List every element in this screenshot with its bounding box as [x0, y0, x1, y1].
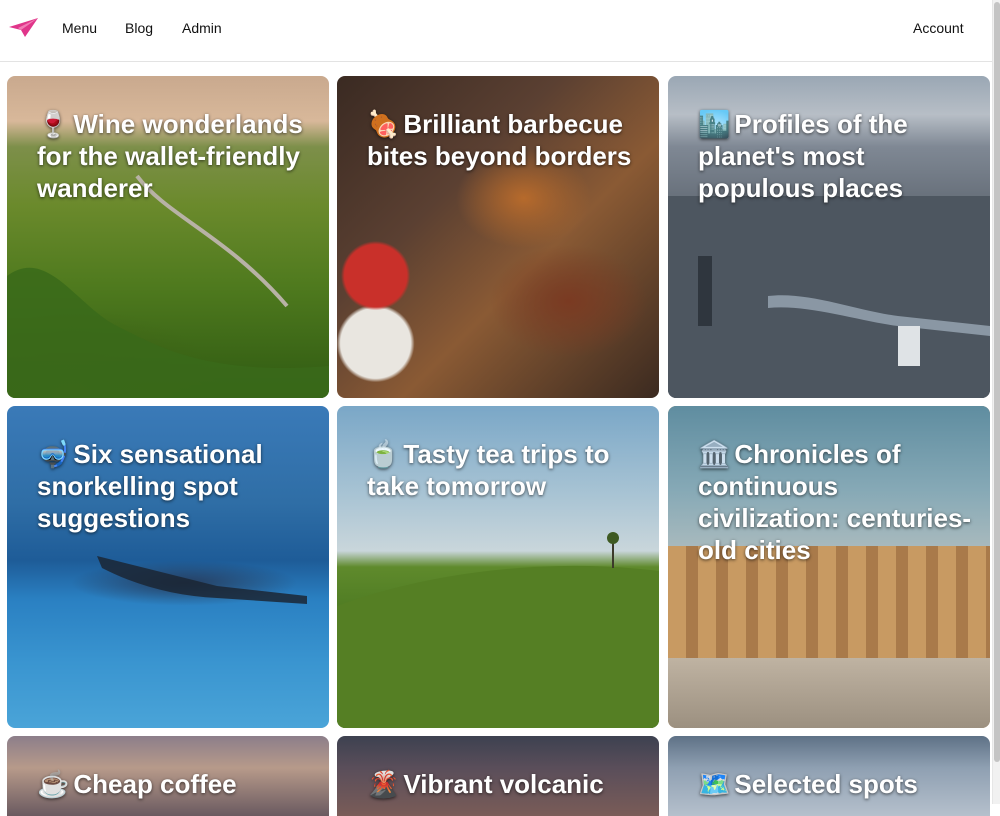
- card-title: 🍷 Wine wonderlands for the wallet-friendl…: [37, 109, 303, 203]
- article-card-tea[interactable]: 🍵 Tasty tea trips to take tomorrow: [337, 406, 659, 728]
- article-card-ancient-cities[interactable]: 🏛️ Chronicles of continuous civilization:…: [668, 406, 990, 728]
- card-title: 🏙️ Profiles of the planet's most populous…: [698, 109, 908, 203]
- card-title: ☕ Cheap coffee: [37, 769, 237, 799]
- article-card-barbecue[interactable]: 🍖 Brilliant barbecue bites beyond borders: [337, 76, 659, 398]
- page-scrollbar[interactable]: [992, 0, 1000, 804]
- card-title: 🌋 Vibrant volcanic: [367, 769, 604, 799]
- card-title: 🍖 Brilliant barbecue bites beyond borders: [367, 109, 632, 171]
- article-card-volcanic[interactable]: 🌋 Vibrant volcanic: [337, 736, 659, 816]
- top-navbar: Menu Blog Admin Account: [0, 0, 992, 62]
- card-title: 🍵 Tasty tea trips to take tomorrow: [367, 439, 610, 501]
- scrollbar-thumb[interactable]: [994, 2, 1000, 762]
- card-title: 🏛️ Chronicles of continuous civilization:…: [698, 439, 972, 565]
- article-card-wine[interactable]: 🍷 Wine wonderlands for the wallet-friendl…: [7, 76, 329, 398]
- article-card-coffee[interactable]: ☕ Cheap coffee: [7, 736, 329, 816]
- article-card-spots[interactable]: 🗺️ Selected spots: [668, 736, 990, 816]
- nav-link-admin[interactable]: Admin: [182, 20, 222, 36]
- nav-link-account[interactable]: Account: [913, 20, 964, 36]
- card-title: 🗺️ Selected spots: [698, 769, 918, 799]
- article-card-city[interactable]: 🏙️ Profiles of the planet's most populous…: [668, 76, 990, 398]
- paper-plane-icon[interactable]: [8, 17, 40, 39]
- nav-link-menu[interactable]: Menu: [62, 20, 97, 36]
- article-card-snorkel[interactable]: 🤿 Six sensational snorkelling spot sugges…: [7, 406, 329, 728]
- nav-link-blog[interactable]: Blog: [125, 20, 153, 36]
- card-title: 🤿 Six sensational snorkelling spot sugges…: [37, 439, 263, 533]
